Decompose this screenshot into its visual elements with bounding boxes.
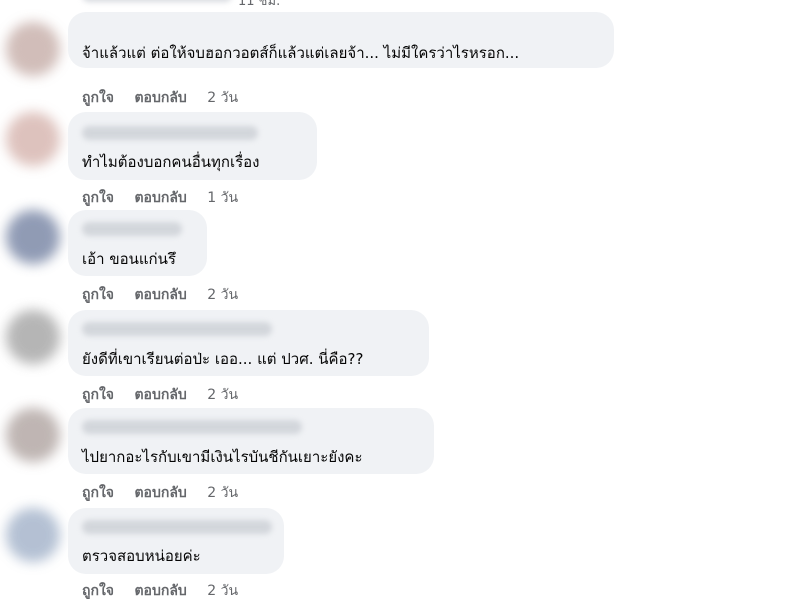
comment-time[interactable]: 1 วัน [207,187,238,209]
comment-bubble: ตรวจสอบหน่อยค่ะ [68,508,284,574]
avatar[interactable] [6,408,60,462]
avatar[interactable] [6,508,60,562]
commenter-name-blurred[interactable] [82,322,272,336]
comment-actions: ถูกใจ ตอบกลับ 2 วัน [82,482,238,504]
comment-text: จ้าแล้วแต่ ต่อให้จบฮอกวอตส์ก็แล้วแต่เลยจ… [82,44,520,62]
comment-bubble: ไปยากอะไรกับเขามีเงินไรบันชีกันเยาะยังคะ [68,408,434,474]
comment-text: ยังดีที่เขาเรียนต่อป่ะ เออ... แต่ ปวศ. น… [82,350,364,368]
like-button[interactable]: ถูกใจ [82,482,114,504]
comment-item: จ้าแล้วแต่ ต่อให้จบฮอกวอตส์ก็แล้วแต่เลยจ… [0,12,800,112]
comment-time[interactable]: 2 วัน [207,284,238,306]
comment-actions: ถูกใจ ตอบกลับ 2 วัน [82,580,238,602]
comment-time: 11 ชม. [238,0,281,9]
commenter-name-blurred[interactable] [82,126,258,140]
reply-button[interactable]: ตอบกลับ [134,482,186,504]
reply-button[interactable]: ตอบกลับ [134,187,186,209]
comment-bubble: ยังดีที่เขาเรียนต่อป่ะ เออ... แต่ ปวศ. น… [68,310,429,376]
like-button[interactable]: ถูกใจ [82,284,114,306]
comment-text: เอ้า ขอนแก่นรึ [82,250,176,268]
reply-button[interactable]: ตอบกลับ [134,384,186,406]
like-button[interactable]: ถูกใจ [82,384,114,406]
comment-item: ทำไมต้องบอกคนอื่นทุกเรื่อง ถูกใจ ตอบกลับ… [0,112,800,212]
comment-item: ยังดีที่เขาเรียนต่อป่ะ เออ... แต่ ปวศ. น… [0,310,800,410]
comment-actions: ถูกใจ ตอบกลับ 2 วัน [82,284,238,306]
avatar[interactable] [6,310,60,364]
reply-button[interactable]: ตอบกลับ [134,580,186,602]
comment-time[interactable]: 2 วัน [207,87,238,109]
commenter-name-blurred [82,0,232,2]
comment-bubble: ทำไมต้องบอกคนอื่นทุกเรื่อง [68,112,317,180]
comment-actions: ถูกใจ ตอบกลับ 2 วัน [82,384,238,406]
comment-text: ไปยากอะไรกับเขามีเงินไรบันชีกันเยาะยังคะ [82,448,363,466]
like-button[interactable]: ถูกใจ [82,187,114,209]
comment-item: เอ้า ขอนแก่นรึ ถูกใจ ตอบกลับ 2 วัน [0,210,800,310]
comment-actions: ถูกใจ ตอบกลับ 2 วัน [82,87,238,109]
comment-time[interactable]: 2 วัน [207,482,238,504]
comment-text: ทำไมต้องบอกคนอื่นทุกเรื่อง [82,153,260,171]
comment-time[interactable]: 2 วัน [207,580,238,602]
commenter-name-blurred[interactable] [82,420,302,434]
comment-time[interactable]: 2 วัน [207,384,238,406]
reply-button[interactable]: ตอบกลับ [134,87,186,109]
like-button[interactable]: ถูกใจ [82,87,114,109]
comment-bubble: จ้าแล้วแต่ ต่อให้จบฮอกวอตส์ก็แล้วแต่เลยจ… [68,12,614,68]
reply-button[interactable]: ตอบกลับ [134,284,186,306]
avatar[interactable] [6,112,60,166]
avatar[interactable] [6,22,60,76]
comment-item: ไปยากอะไรกับเขามีเงินไรบันชีกันเยาะยังคะ… [0,408,800,508]
comment-bubble: เอ้า ขอนแก่นรึ [68,210,207,276]
commenter-name-blurred[interactable] [82,222,182,236]
like-button[interactable]: ถูกใจ [82,580,114,602]
commenter-name-blurred[interactable] [82,520,272,534]
comment-actions: ถูกใจ ตอบกลับ 1 วัน [82,187,238,209]
comment-text: ตรวจสอบหน่อยค่ะ [82,547,201,565]
comment-item: ตรวจสอบหน่อยค่ะ ถูกใจ ตอบกลับ 2 วัน [0,508,800,608]
avatar[interactable] [6,210,60,264]
